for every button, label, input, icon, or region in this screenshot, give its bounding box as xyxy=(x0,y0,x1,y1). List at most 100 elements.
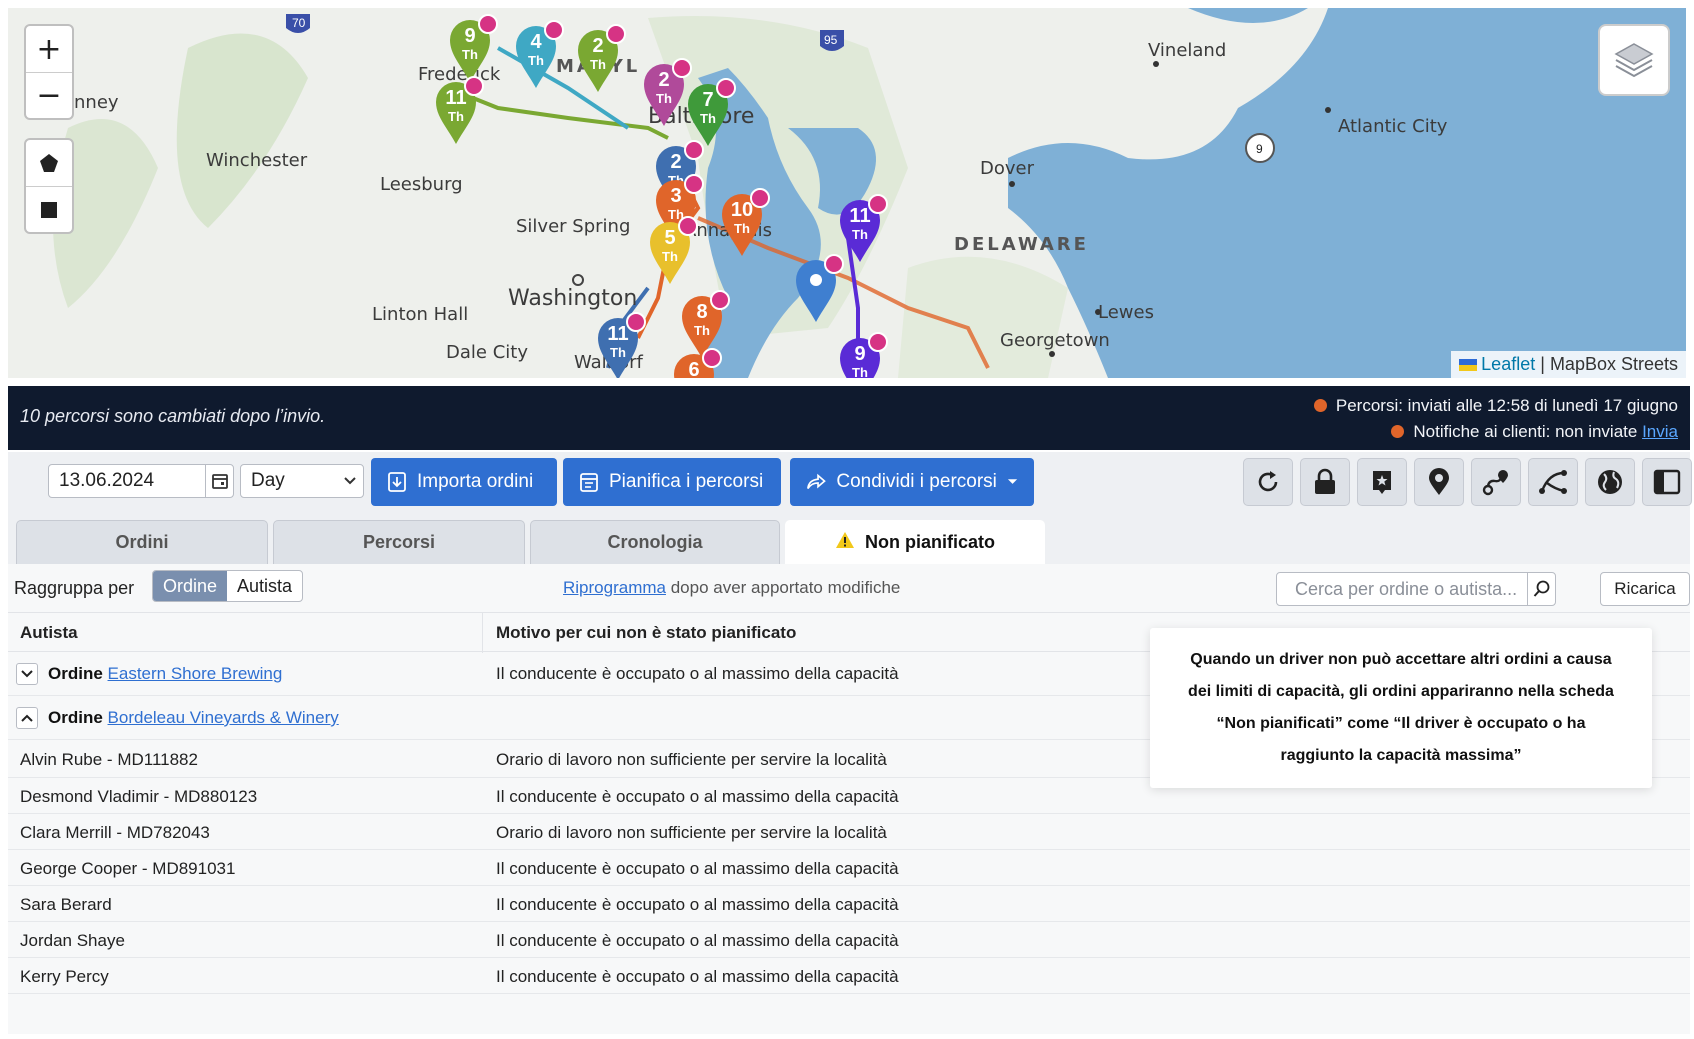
map-label-washington: Washington xyxy=(508,286,638,311)
calendar-icon[interactable] xyxy=(205,465,233,497)
route-marker[interactable]: 9 Th xyxy=(448,14,498,84)
driver-name: George Cooper - MD891031 xyxy=(20,859,236,878)
reschedule-text: dopo aver apportato modifiche xyxy=(670,578,901,597)
send-notifications-link[interactable]: Invia xyxy=(1642,422,1678,441)
notification-badge xyxy=(750,188,770,208)
order-link[interactable]: Eastern Shore Brewing xyxy=(108,664,283,683)
route-marker[interactable]: 9 Th xyxy=(838,332,888,378)
table-row: Clara Merrill - MD782043 Orario di lavor… xyxy=(8,814,1690,850)
location-pin-button[interactable] xyxy=(1414,458,1464,506)
lock-icon xyxy=(1315,468,1335,494)
table-row: Kerry Percy Il conducente è occupato o a… xyxy=(8,958,1690,994)
driver-name: Desmond Vladimir - MD880123 xyxy=(20,787,258,806)
order-prefix: Ordine xyxy=(48,664,103,683)
share-routes-button[interactable]: Condividi i percorsi xyxy=(790,458,1034,506)
expand-chevron-up-icon[interactable] xyxy=(16,707,38,729)
notification-badge xyxy=(544,20,564,40)
period-value: Day xyxy=(251,470,285,491)
warning-icon xyxy=(835,531,855,554)
zoom-in-button[interactable]: + xyxy=(26,26,72,72)
globe-button[interactable] xyxy=(1585,458,1635,506)
route-marker[interactable]: 2Th xyxy=(576,24,626,94)
split-route-button[interactable] xyxy=(1528,458,1578,506)
import-orders-label: Importa ordini xyxy=(417,471,534,492)
column-header-reason: Motivo per cui non è stato pianificato xyxy=(496,623,797,642)
status-banner: 10 percorsi sono cambiati dopo l’invio. … xyxy=(8,386,1690,450)
route-marker[interactable]: 11 Th xyxy=(838,194,888,264)
status-dot-icon xyxy=(1391,425,1405,438)
notification-badge xyxy=(684,174,704,194)
notifications-status: Notifiche ai clienti: non inviate Invia xyxy=(1391,422,1678,442)
toggle-sidebar-button[interactable] xyxy=(1642,458,1692,506)
group-by-driver-option[interactable]: Autista xyxy=(227,571,302,601)
route-marker[interactable]: 10 Th xyxy=(720,188,770,258)
tab-routes[interactable]: Percorsi xyxy=(273,520,525,564)
import-orders-button[interactable]: Importa ordini xyxy=(371,458,557,506)
period-select[interactable]: Day xyxy=(240,464,364,498)
import-icon xyxy=(388,472,406,492)
layers-button[interactable] xyxy=(1598,24,1670,96)
leaflet-link[interactable]: Leaflet xyxy=(1481,354,1535,374)
route-marker[interactable]: 6 xyxy=(672,348,722,378)
search-icon[interactable] xyxy=(1527,573,1555,605)
notification-badge xyxy=(824,254,844,274)
search-input[interactable] xyxy=(1277,578,1527,600)
reload-button[interactable]: Ricarica xyxy=(1600,572,1690,606)
map-label-vineland: Vineland xyxy=(1148,40,1227,61)
route-icon xyxy=(1482,470,1508,496)
calendar-plan-icon xyxy=(580,473,598,492)
bookmark-button[interactable] xyxy=(1357,458,1407,506)
draw-polygon-button[interactable] xyxy=(26,140,72,186)
route-marker[interactable]: 5 Th xyxy=(648,216,698,286)
route-9-label: 9 xyxy=(1256,142,1263,156)
routes-status-text: Percorsi: inviati alle 12:58 di lunedì 1… xyxy=(1335,396,1678,415)
reschedule-hint: Riprogramma dopo aver apportato modifich… xyxy=(563,578,900,598)
attribution-separator: | xyxy=(1540,354,1545,374)
tab-orders[interactable]: Ordini xyxy=(16,520,268,564)
map-pin-icon xyxy=(1429,468,1449,495)
order-link[interactable]: Bordeleau Vineyards & Winery xyxy=(108,708,339,727)
map-view[interactable]: 70 95 9 nney Frederick MARYL Baltimore W… xyxy=(8,8,1686,378)
route-marker[interactable]: 2Th xyxy=(642,58,692,128)
notification-badge xyxy=(464,76,484,96)
tab-history[interactable]: Cronologia xyxy=(530,520,780,564)
notification-badge xyxy=(678,216,698,236)
date-picker[interactable]: 13.06.2024 xyxy=(48,464,234,498)
unplanned-reason: Orario di lavoro non sufficiente per ser… xyxy=(496,750,887,769)
route-marker[interactable]: 4 Th xyxy=(514,20,564,90)
location-marker[interactable] xyxy=(794,254,844,324)
layers-icon xyxy=(1614,43,1654,78)
unplanned-reason: Il conducente è occupato o al massimo de… xyxy=(496,931,899,950)
sidebar-panel-icon xyxy=(1653,469,1681,495)
notification-badge xyxy=(684,140,704,160)
refresh-button[interactable] xyxy=(1243,458,1293,506)
map-label-linton-hall: Linton Hall xyxy=(372,304,469,325)
order-prefix: Ordine xyxy=(48,708,103,727)
map-label-delaware: DELAWARE xyxy=(954,234,1089,255)
collapse-chevron-down-icon[interactable] xyxy=(16,663,38,685)
draw-rectangle-button[interactable] xyxy=(26,186,72,232)
order-group-title: Ordine Bordeleau Vineyards & Winery xyxy=(48,708,339,728)
highway-95-label: 95 xyxy=(824,33,838,47)
notification-badge xyxy=(606,24,626,44)
tab-unplanned-label: Non pianificato xyxy=(865,532,995,552)
route-marker[interactable]: 7 Th xyxy=(686,78,736,148)
route-button[interactable] xyxy=(1471,458,1521,506)
map-label-silver-spring: Silver Spring xyxy=(516,216,631,237)
tab-unplanned[interactable]: Non pianificato xyxy=(785,520,1045,564)
tab-bar: Ordini Percorsi Cronologia Non pianifica… xyxy=(8,516,1690,564)
split-route-icon xyxy=(1539,470,1567,494)
order-reason: Il conducente è occupato o al massimo de… xyxy=(496,664,899,683)
plan-routes-button[interactable]: Pianifica i percorsi xyxy=(563,458,781,506)
draw-control xyxy=(24,138,74,234)
polygon-icon xyxy=(40,154,58,172)
notification-badge xyxy=(478,14,498,34)
unplanned-reason: Il conducente è occupato o al massimo de… xyxy=(496,895,899,914)
route-marker[interactable]: 11 Th xyxy=(596,312,646,378)
route-marker[interactable]: 11 Th xyxy=(434,76,484,146)
map-label-winchester: Winchester xyxy=(206,150,308,171)
reschedule-link[interactable]: Riprogramma xyxy=(563,578,666,597)
group-by-order-option[interactable]: Ordine xyxy=(153,571,228,601)
lock-button[interactable] xyxy=(1300,458,1350,506)
zoom-out-button[interactable]: − xyxy=(26,72,72,118)
